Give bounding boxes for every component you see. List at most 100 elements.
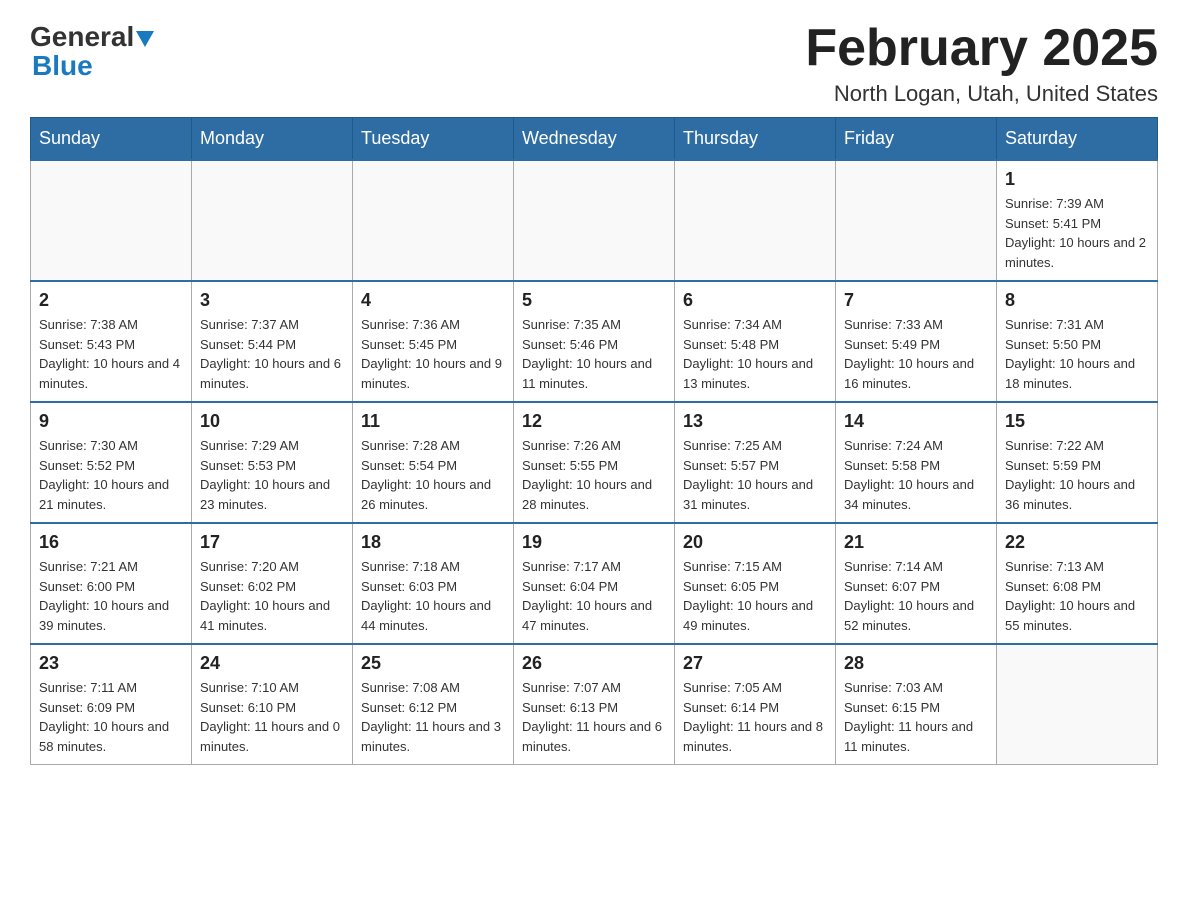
- week-row-2: 2 Sunrise: 7:38 AM Sunset: 5:43 PM Daylig…: [31, 281, 1158, 402]
- calendar-cell: [675, 160, 836, 281]
- calendar-cell: 13 Sunrise: 7:25 AM Sunset: 5:57 PM Dayli…: [675, 402, 836, 523]
- calendar-cell: 9 Sunrise: 7:30 AM Sunset: 5:52 PM Daylig…: [31, 402, 192, 523]
- calendar-cell: 19 Sunrise: 7:17 AM Sunset: 6:04 PM Dayli…: [514, 523, 675, 644]
- day-header-sunday: Sunday: [31, 118, 192, 161]
- day-info: Sunrise: 7:35 AM Sunset: 5:46 PM Dayligh…: [522, 315, 666, 393]
- day-number: 10: [200, 411, 344, 432]
- day-info: Sunrise: 7:05 AM Sunset: 6:14 PM Dayligh…: [683, 678, 827, 756]
- calendar-cell: 22 Sunrise: 7:13 AM Sunset: 6:08 PM Dayli…: [997, 523, 1158, 644]
- day-number: 18: [361, 532, 505, 553]
- day-info: Sunrise: 7:31 AM Sunset: 5:50 PM Dayligh…: [1005, 315, 1149, 393]
- day-header-thursday: Thursday: [675, 118, 836, 161]
- week-row-3: 9 Sunrise: 7:30 AM Sunset: 5:52 PM Daylig…: [31, 402, 1158, 523]
- day-info: Sunrise: 7:24 AM Sunset: 5:58 PM Dayligh…: [844, 436, 988, 514]
- day-header-saturday: Saturday: [997, 118, 1158, 161]
- day-number: 17: [200, 532, 344, 553]
- month-title: February 2025: [805, 20, 1158, 77]
- calendar-cell: 14Sunrise: 7:24 AM Sunset: 5:58 PM Dayli…: [836, 402, 997, 523]
- day-number: 24: [200, 653, 344, 674]
- day-header-wednesday: Wednesday: [514, 118, 675, 161]
- location: North Logan, Utah, United States: [805, 81, 1158, 107]
- day-number: 23: [39, 653, 183, 674]
- day-info: Sunrise: 7:39 AM Sunset: 5:41 PM Dayligh…: [1005, 194, 1149, 272]
- day-info: Sunrise: 7:33 AM Sunset: 5:49 PM Dayligh…: [844, 315, 988, 393]
- day-info: Sunrise: 7:22 AM Sunset: 5:59 PM Dayligh…: [1005, 436, 1149, 514]
- title-section: February 2025 North Logan, Utah, United …: [805, 20, 1158, 107]
- calendar-cell: [31, 160, 192, 281]
- day-number: 7: [844, 290, 988, 311]
- day-number: 13: [683, 411, 827, 432]
- calendar-cell: 10 Sunrise: 7:29 AM Sunset: 5:53 PM Dayli…: [192, 402, 353, 523]
- calendar-cell: 20 Sunrise: 7:15 AM Sunset: 6:05 PM Dayli…: [675, 523, 836, 644]
- day-number: 28: [844, 653, 988, 674]
- day-info: Sunrise: 7:10 AM Sunset: 6:10 PM Dayligh…: [200, 678, 344, 756]
- calendar-cell: 5 Sunrise: 7:35 AM Sunset: 5:46 PM Daylig…: [514, 281, 675, 402]
- day-info: Sunrise: 7:15 AM Sunset: 6:05 PM Dayligh…: [683, 557, 827, 635]
- calendar-cell: [192, 160, 353, 281]
- day-number: 1: [1005, 169, 1149, 190]
- day-info: Sunrise: 7:11 AM Sunset: 6:09 PM Dayligh…: [39, 678, 183, 756]
- day-info: Sunrise: 7:13 AM Sunset: 6:08 PM Dayligh…: [1005, 557, 1149, 635]
- calendar-cell: 11 Sunrise: 7:28 AM Sunset: 5:54 PM Dayli…: [353, 402, 514, 523]
- logo: General Blue: [30, 20, 154, 82]
- calendar-cell: 3 Sunrise: 7:37 AM Sunset: 5:44 PM Daylig…: [192, 281, 353, 402]
- week-row-5: 23 Sunrise: 7:11 AM Sunset: 6:09 PM Dayli…: [31, 644, 1158, 765]
- page-header: General Blue February 2025 North Logan, …: [30, 20, 1158, 107]
- calendar-cell: [836, 160, 997, 281]
- day-number: 19: [522, 532, 666, 553]
- calendar-cell: 4 Sunrise: 7:36 AM Sunset: 5:45 PM Daylig…: [353, 281, 514, 402]
- day-number: 4: [361, 290, 505, 311]
- day-number: 5: [522, 290, 666, 311]
- day-info: Sunrise: 7:38 AM Sunset: 5:43 PM Dayligh…: [39, 315, 183, 393]
- calendar-cell: 12Sunrise: 7:26 AM Sunset: 5:55 PM Dayli…: [514, 402, 675, 523]
- calendar-cell: 17 Sunrise: 7:20 AM Sunset: 6:02 PM Dayli…: [192, 523, 353, 644]
- logo-general-text: General: [30, 21, 134, 53]
- day-number: 6: [683, 290, 827, 311]
- calendar-cell: 16 Sunrise: 7:21 AM Sunset: 6:00 PM Dayli…: [31, 523, 192, 644]
- day-info: Sunrise: 7:34 AM Sunset: 5:48 PM Dayligh…: [683, 315, 827, 393]
- day-number: 2: [39, 290, 183, 311]
- day-number: 15: [1005, 411, 1149, 432]
- day-number: 26: [522, 653, 666, 674]
- calendar-cell: 23 Sunrise: 7:11 AM Sunset: 6:09 PM Dayli…: [31, 644, 192, 765]
- day-info: Sunrise: 7:25 AM Sunset: 5:57 PM Dayligh…: [683, 436, 827, 514]
- day-info: Sunrise: 7:28 AM Sunset: 5:54 PM Dayligh…: [361, 436, 505, 514]
- day-number: 25: [361, 653, 505, 674]
- week-row-4: 16 Sunrise: 7:21 AM Sunset: 6:00 PM Dayli…: [31, 523, 1158, 644]
- logo-blue-text: Blue: [32, 50, 93, 81]
- week-row-1: 1 Sunrise: 7:39 AM Sunset: 5:41 PM Daylig…: [31, 160, 1158, 281]
- day-info: Sunrise: 7:21 AM Sunset: 6:00 PM Dayligh…: [39, 557, 183, 635]
- calendar-cell: 1 Sunrise: 7:39 AM Sunset: 5:41 PM Daylig…: [997, 160, 1158, 281]
- day-info: Sunrise: 7:03 AM Sunset: 6:15 PM Dayligh…: [844, 678, 988, 756]
- day-number: 12: [522, 411, 666, 432]
- calendar-cell: 28 Sunrise: 7:03 AM Sunset: 6:15 PM Dayli…: [836, 644, 997, 765]
- day-info: Sunrise: 7:20 AM Sunset: 6:02 PM Dayligh…: [200, 557, 344, 635]
- day-number: 27: [683, 653, 827, 674]
- day-info: Sunrise: 7:29 AM Sunset: 5:53 PM Dayligh…: [200, 436, 344, 514]
- logo-arrow-icon: [136, 22, 154, 54]
- calendar-cell: 8Sunrise: 7:31 AM Sunset: 5:50 PM Daylig…: [997, 281, 1158, 402]
- day-number: 16: [39, 532, 183, 553]
- day-number: 11: [361, 411, 505, 432]
- calendar-cell: [997, 644, 1158, 765]
- day-number: 20: [683, 532, 827, 553]
- day-info: Sunrise: 7:30 AM Sunset: 5:52 PM Dayligh…: [39, 436, 183, 514]
- day-info: Sunrise: 7:37 AM Sunset: 5:44 PM Dayligh…: [200, 315, 344, 393]
- calendar-cell: 27 Sunrise: 7:05 AM Sunset: 6:14 PM Dayli…: [675, 644, 836, 765]
- calendar-cell: 15 Sunrise: 7:22 AM Sunset: 5:59 PM Dayli…: [997, 402, 1158, 523]
- calendar-cell: 21 Sunrise: 7:14 AM Sunset: 6:07 PM Dayli…: [836, 523, 997, 644]
- day-info: Sunrise: 7:36 AM Sunset: 5:45 PM Dayligh…: [361, 315, 505, 393]
- day-info: Sunrise: 7:18 AM Sunset: 6:03 PM Dayligh…: [361, 557, 505, 635]
- calendar-cell: 7 Sunrise: 7:33 AM Sunset: 5:49 PM Daylig…: [836, 281, 997, 402]
- calendar-cell: 18 Sunrise: 7:18 AM Sunset: 6:03 PM Dayli…: [353, 523, 514, 644]
- day-number: 9: [39, 411, 183, 432]
- calendar-table: SundayMondayTuesdayWednesdayThursdayFrid…: [30, 117, 1158, 765]
- day-number: 22: [1005, 532, 1149, 553]
- day-info: Sunrise: 7:17 AM Sunset: 6:04 PM Dayligh…: [522, 557, 666, 635]
- day-header-tuesday: Tuesday: [353, 118, 514, 161]
- day-info: Sunrise: 7:14 AM Sunset: 6:07 PM Dayligh…: [844, 557, 988, 635]
- day-number: 21: [844, 532, 988, 553]
- calendar-cell: 6 Sunrise: 7:34 AM Sunset: 5:48 PM Daylig…: [675, 281, 836, 402]
- calendar-header-row: SundayMondayTuesdayWednesdayThursdayFrid…: [31, 118, 1158, 161]
- day-number: 3: [200, 290, 344, 311]
